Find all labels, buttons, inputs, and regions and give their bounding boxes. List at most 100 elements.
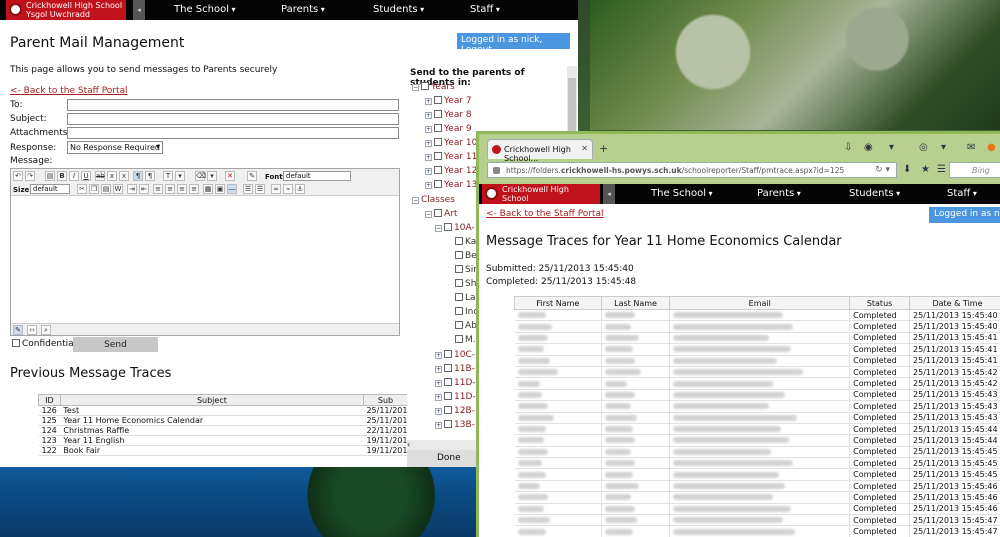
outdent-icon[interactable]: ⇤ <box>139 184 149 194</box>
nav-the-school[interactable]: The School <box>174 4 236 15</box>
tree-label[interactable]: Year 8 <box>444 110 472 120</box>
checkbox[interactable] <box>455 307 463 315</box>
checkbox[interactable] <box>434 124 442 132</box>
confidential-option[interactable]: Confidential <box>12 339 76 349</box>
tree-label[interactable]: 13B- <box>454 420 475 430</box>
checkbox[interactable] <box>434 152 442 160</box>
checkbox[interactable] <box>455 279 463 287</box>
text-color-dropdown-icon[interactable]: ▾ <box>175 171 185 181</box>
email-header[interactable]: Email <box>669 296 851 310</box>
send-button[interactable]: Send <box>73 337 158 352</box>
trace-subject[interactable]: Year 11 Home Economics Calendar <box>60 415 364 426</box>
tree-label[interactable]: 12B- <box>454 406 475 416</box>
checkbox[interactable] <box>455 293 463 301</box>
checkbox[interactable] <box>444 364 452 372</box>
undo-icon[interactable]: ↶ <box>13 171 23 181</box>
tree-node-student[interactable]: Be <box>455 251 477 261</box>
checkbox[interactable] <box>455 237 463 245</box>
table-row[interactable]: Completed 25/11/2013 15:45:41 <box>514 343 1000 356</box>
link-icon[interactable]: ∞ <box>271 184 281 194</box>
table-row[interactable]: Completed 25/11/2013 15:45:43 <box>514 412 1000 424</box>
tree-node-year-10[interactable]: + Year 10 <box>425 138 477 148</box>
collapse-icon[interactable]: − <box>435 225 442 232</box>
tree-label[interactable]: 11D- <box>454 378 476 388</box>
lock-icon[interactable]: ● <box>987 142 996 153</box>
trace-subject[interactable]: Test <box>60 405 364 416</box>
design-mode-icon[interactable]: ✎ <box>13 325 23 335</box>
table-row[interactable]: Completed 25/11/2013 15:45:41 <box>514 355 1000 367</box>
remove-format-icon[interactable]: ✕ <box>225 171 235 181</box>
back-to-staff-portal-link[interactable]: <- Back to the Staff Portal <box>486 209 604 219</box>
checkbox[interactable] <box>434 96 442 104</box>
checkbox[interactable] <box>434 138 442 146</box>
tree-node-year-9[interactable]: + Year 9 <box>425 124 472 134</box>
tree-label[interactable]: Year 13 <box>444 180 477 190</box>
search-input[interactable]: Bing <box>949 162 1000 178</box>
copy-icon[interactable]: ❐ <box>89 184 99 194</box>
tree-node-years[interactable]: − Years <box>412 82 455 92</box>
tree-label[interactable]: 11B- <box>454 364 475 374</box>
expand-icon[interactable]: + <box>425 182 432 189</box>
checkbox[interactable] <box>444 223 452 231</box>
tree-label[interactable]: M. <box>465 335 476 345</box>
to-field[interactable] <box>67 99 399 111</box>
tree-label[interactable]: Art <box>444 209 457 219</box>
paste-icon[interactable]: ▤ <box>45 171 55 181</box>
eraser-icon[interactable]: ✎ <box>247 171 257 181</box>
tree-node-art[interactable]: − Art <box>425 209 457 219</box>
tree-label[interactable]: La <box>465 293 476 303</box>
redo-icon[interactable]: ↷ <box>25 171 35 181</box>
checkbox[interactable] <box>455 251 463 259</box>
address-bar[interactable]: https://folders.crickhowell-hs.powys.sch… <box>487 162 897 178</box>
size-select[interactable]: default <box>30 184 70 194</box>
hr-icon[interactable]: ― <box>227 184 237 194</box>
tree-label[interactable]: Years <box>431 82 455 92</box>
bulleted-list-icon[interactable]: ☰ <box>255 184 265 194</box>
scroll-left-icon[interactable]: ‹ <box>407 440 410 449</box>
unlink-icon[interactable]: ⌁ <box>283 184 293 194</box>
align-justify-icon[interactable]: ≡ <box>189 184 199 194</box>
align-left-icon[interactable]: ≡ <box>153 184 163 194</box>
tree-node-class[interactable]: +11D- <box>435 378 476 388</box>
ltr-icon[interactable]: ¶ <box>133 171 143 181</box>
table-row[interactable]: Completed 25/11/2013 15:45:47 <box>514 514 1000 527</box>
table-row[interactable]: Completed 25/11/2013 15:45:45 <box>514 446 1000 459</box>
cut-icon[interactable]: ✂ <box>77 184 87 194</box>
text-color-icon[interactable]: T <box>163 171 173 181</box>
trace-subject[interactable]: Book Fair <box>60 445 364 456</box>
expand-icon[interactable]: + <box>435 380 442 387</box>
preview-mode-icon[interactable]: ⌕ <box>41 325 51 335</box>
tree-node-student[interactable]: Ka <box>455 237 476 247</box>
checkbox[interactable] <box>434 166 442 174</box>
message-editor[interactable]: ↶ ↷ ▤ B I U ab x x ¶ ¶ T ▾ ⌫ ▾ ✕ ✎ Font … <box>10 168 400 336</box>
checkbox[interactable] <box>434 110 442 118</box>
html-mode-icon[interactable]: ‹› <box>27 325 37 335</box>
bold-icon[interactable]: B <box>57 171 67 181</box>
mail-icon[interactable]: ✉ <box>967 142 975 153</box>
tree-node-student[interactable]: Ab <box>455 321 477 331</box>
nav-parents[interactable]: Parents <box>281 4 325 15</box>
addon-icon[interactable]: ◉ <box>864 142 873 153</box>
expand-icon[interactable]: + <box>435 394 442 401</box>
rtl-icon[interactable]: ¶ <box>145 171 155 181</box>
checkbox[interactable] <box>444 350 452 358</box>
tree-node-student[interactable]: M. <box>455 335 476 345</box>
submitted-header[interactable]: Sub <box>362 394 409 406</box>
tree-label[interactable]: Year 10 <box>444 138 477 148</box>
italic-icon[interactable]: I <box>69 171 79 181</box>
tree-node-class[interactable]: +11B- <box>435 364 475 374</box>
anchor-icon[interactable]: ⚓ <box>295 184 305 194</box>
subject-field[interactable] <box>67 113 399 125</box>
table-row[interactable]: 126 Test 25/11/201 <box>38 405 408 416</box>
tree-label[interactable]: Year 11 <box>444 152 477 162</box>
collapse-icon[interactable]: − <box>425 211 432 218</box>
subscript-icon[interactable]: x <box>107 171 117 181</box>
logout-link[interactable]: Logout <box>461 45 492 55</box>
status-header[interactable]: Status <box>849 296 911 310</box>
download-arrow-icon[interactable]: ⬇ <box>903 164 911 175</box>
tree-label[interactable]: Year 7 <box>444 96 472 106</box>
table-row[interactable]: 125 Year 11 Home Economics Calendar 25/11/… <box>38 415 408 426</box>
checkbox[interactable] <box>421 82 429 90</box>
confidential-checkbox[interactable] <box>12 339 20 347</box>
paste-text-icon[interactable]: ▤ <box>101 184 111 194</box>
